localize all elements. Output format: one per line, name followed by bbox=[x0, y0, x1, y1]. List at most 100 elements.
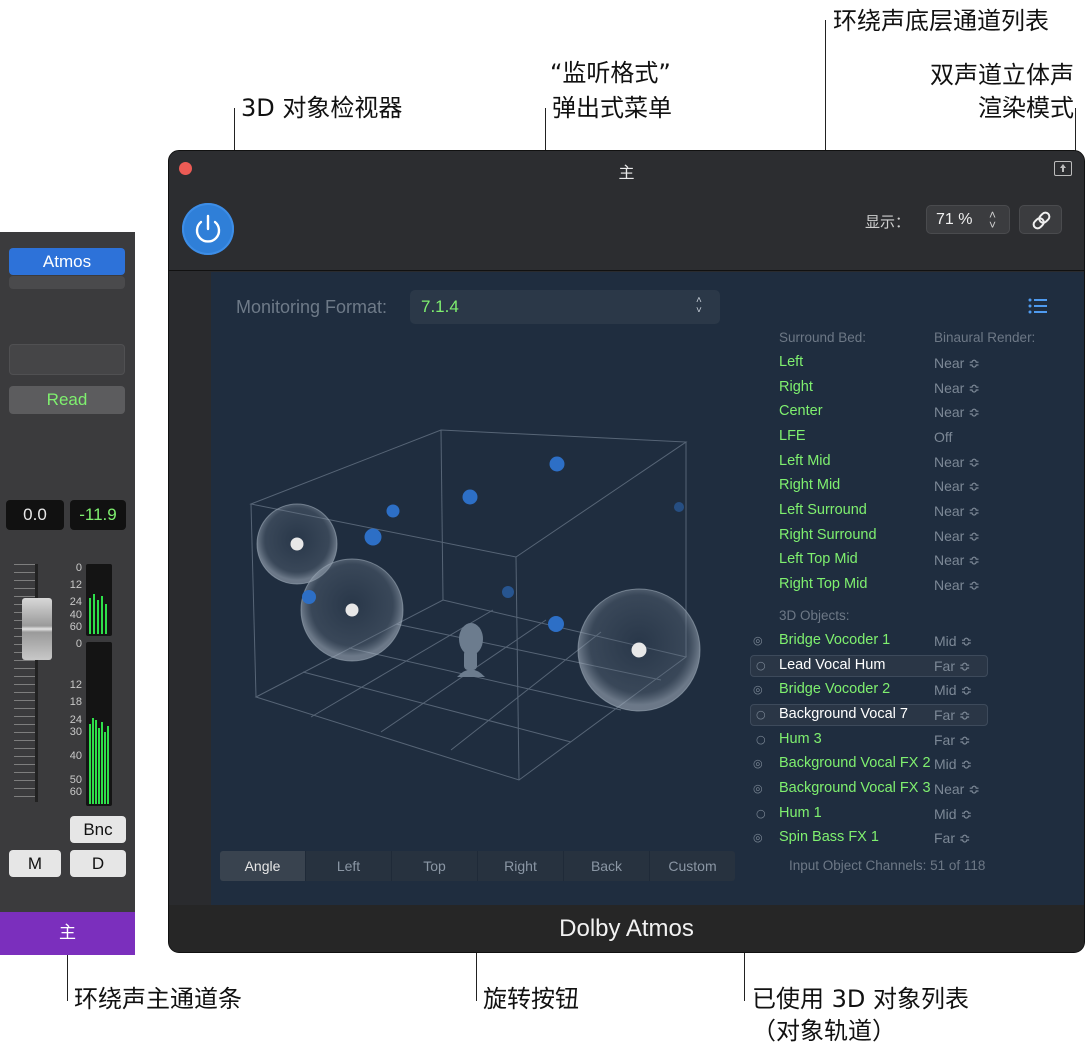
zoom-value: 71 % bbox=[936, 211, 973, 228]
bed-channel-name: Right Mid bbox=[779, 477, 841, 493]
bed-channel-binaural-mode[interactable]: Near ≎ bbox=[934, 355, 980, 372]
meter-scale-labels: 0 12 24 40 60 0 12 18 24 30 40 50 60 bbox=[58, 562, 84, 806]
object-dot[interactable] bbox=[631, 642, 647, 658]
bed-channel-name: Right bbox=[779, 379, 813, 395]
object-name[interactable]: Hum 1 bbox=[779, 805, 822, 821]
bed-channel-binaural-mode[interactable]: Near ≎ bbox=[934, 404, 980, 421]
bounce-button[interactable]: Bnc bbox=[70, 816, 126, 843]
object-binaural-mode[interactable]: Near ≎ bbox=[934, 781, 980, 798]
3d-object-inspector-view[interactable] bbox=[231, 412, 731, 792]
object-icon: ○ bbox=[756, 708, 766, 721]
bed-channel-binaural-mode: Off bbox=[934, 429, 953, 445]
bed-channel-name: LFE bbox=[779, 428, 806, 444]
object-binaural-mode[interactable]: Mid ≎ bbox=[934, 633, 972, 650]
object-binaural-mode[interactable]: Far ≎ bbox=[934, 732, 971, 749]
link-icon bbox=[1032, 211, 1051, 230]
object-name[interactable]: Background Vocal 7 bbox=[779, 706, 908, 722]
object-name[interactable]: Background Vocal FX 2 bbox=[779, 755, 931, 771]
object-binaural-mode[interactable]: Mid ≎ bbox=[934, 806, 972, 823]
meter-scale-label: 12 bbox=[69, 579, 82, 591]
view-back-button[interactable]: Back bbox=[564, 851, 650, 881]
object-name[interactable]: Hum 3 bbox=[779, 731, 822, 747]
leader-master-strip bbox=[67, 955, 68, 1001]
object-name[interactable]: Bridge Vocoder 1 bbox=[779, 632, 890, 648]
object-binaural-mode[interactable]: Far ≎ bbox=[934, 830, 971, 847]
updown-chevron-icon: ˄ ˅ bbox=[696, 295, 702, 316]
bed-channel-binaural-mode[interactable]: Near ≎ bbox=[934, 478, 980, 495]
bed-channel-binaural-mode[interactable]: Near ≎ bbox=[934, 528, 980, 545]
surround-master-channel-strip: Atmos Read 0.0 -11.9 0 12 24 40 60 0 12 … bbox=[0, 232, 135, 955]
dolby-atmos-plugin-window: 主 显示： 71 % ˄ ˅ Monitoring Format: 7.1.4 … bbox=[168, 150, 1085, 953]
bed-channel-binaural-mode[interactable]: Near ≎ bbox=[934, 552, 980, 569]
peak-value[interactable]: -11.9 bbox=[70, 500, 126, 530]
view-top-button[interactable]: Top bbox=[392, 851, 478, 881]
plugin-footer: Dolby Atmos bbox=[169, 905, 1084, 952]
object-name[interactable]: Bridge Vocoder 2 bbox=[779, 681, 890, 697]
group-slot[interactable] bbox=[9, 344, 125, 375]
binaural-render-header: Binaural Render: bbox=[934, 330, 1036, 345]
list-view-icon[interactable] bbox=[1028, 297, 1048, 315]
channel-name[interactable]: 主 bbox=[0, 912, 135, 955]
monitoring-format-popup[interactable]: 7.1.4 ˄ ˅ bbox=[410, 290, 720, 324]
bed-channel-name: Left Surround bbox=[779, 502, 867, 518]
bed-channel-name: Right Surround bbox=[779, 527, 877, 543]
plugin-name: Dolby Atmos bbox=[559, 915, 694, 942]
bed-channel-binaural-mode[interactable]: Near ≎ bbox=[934, 454, 980, 471]
bed-channel-name: Left Top Mid bbox=[779, 551, 858, 567]
object-name[interactable]: Spin Bass FX 1 bbox=[779, 829, 879, 845]
view-left-button[interactable]: Left bbox=[306, 851, 392, 881]
bed-channel-binaural-mode[interactable]: Near ≎ bbox=[934, 503, 980, 520]
power-icon bbox=[195, 214, 221, 243]
object-dot[interactable] bbox=[290, 537, 304, 551]
bed-channel-binaural-mode[interactable]: Near ≎ bbox=[934, 577, 980, 594]
monitoring-format-label: Monitoring Format: bbox=[236, 297, 388, 317]
volume-fader-handle[interactable] bbox=[22, 598, 52, 660]
surround-bed-header: Surround Bed: bbox=[779, 330, 867, 345]
object-dot-unselected[interactable] bbox=[674, 502, 684, 512]
object-binaural-mode[interactable]: Mid ≎ bbox=[934, 756, 972, 773]
bed-channel-binaural-mode[interactable]: Near ≎ bbox=[934, 380, 980, 397]
expand-view-icon[interactable] bbox=[1054, 161, 1072, 176]
meter-scale-label: 40 bbox=[69, 750, 82, 762]
meter-scale-label: 60 bbox=[69, 621, 82, 633]
object-binaural-mode[interactable]: Mid ≎ bbox=[934, 682, 972, 699]
output-slot-empty[interactable] bbox=[9, 276, 125, 289]
output-atmos-button[interactable]: Atmos bbox=[9, 248, 125, 275]
object-name[interactable]: Lead Vocal Hum bbox=[779, 657, 885, 673]
atmos-plugin-panel: Monitoring Format: 7.1.4 ˄ ˅ Surround Be… bbox=[211, 272, 1084, 905]
mute-button[interactable]: M bbox=[9, 850, 61, 877]
input-object-channels: Input Object Channels: 51 of 118 bbox=[789, 858, 986, 873]
linked-object-icon: ◎ bbox=[753, 683, 763, 696]
object-binaural-mode[interactable]: Far ≎ bbox=[934, 707, 971, 724]
zoom-popup[interactable]: 71 % ˄ ˅ bbox=[926, 205, 1010, 234]
updown-chevron-icon: ˄ ˅ bbox=[989, 208, 997, 232]
object-dot-unselected[interactable] bbox=[386, 504, 400, 518]
view-right-button[interactable]: Right bbox=[478, 851, 564, 881]
volume-value[interactable]: 0.0 bbox=[6, 500, 64, 530]
object-name[interactable]: Background Vocal FX 3 bbox=[779, 780, 931, 796]
listener-head-icon bbox=[457, 623, 485, 677]
bed-channel-name: Left bbox=[779, 354, 804, 370]
callout-binaural-render-line2: 渲染模式 bbox=[978, 94, 1074, 122]
linked-object-icon: ◎ bbox=[753, 831, 763, 844]
3d-objects-header: 3D Objects: bbox=[779, 608, 850, 623]
object-dot-unselected[interactable] bbox=[364, 528, 382, 546]
object-dot-unselected[interactable] bbox=[548, 616, 564, 632]
view-custom-button[interactable]: Custom bbox=[650, 851, 735, 881]
object-dot[interactable] bbox=[345, 603, 359, 617]
object-dot-unselected[interactable] bbox=[302, 590, 316, 604]
power-bypass-button[interactable] bbox=[182, 203, 234, 255]
callout-3d-objects-list-line1: 已使用 3D 对象列表 bbox=[752, 985, 970, 1013]
view-angle-button[interactable]: Angle bbox=[220, 851, 306, 881]
dim-button[interactable]: D bbox=[70, 850, 126, 877]
object-dot-unselected[interactable] bbox=[462, 489, 478, 505]
callout-monitoring-format-line2: 弹出式菜单 bbox=[552, 94, 672, 122]
automation-mode-button[interactable]: Read bbox=[9, 386, 125, 414]
object-binaural-mode[interactable]: Far ≎ bbox=[934, 658, 971, 675]
link-button[interactable] bbox=[1019, 205, 1062, 234]
meter-scale-label: 40 bbox=[69, 609, 82, 621]
callout-rotation-buttons: 旋转按钮 bbox=[483, 985, 579, 1013]
object-dot-unselected[interactable] bbox=[549, 456, 565, 472]
display-label: 显示： bbox=[865, 213, 911, 231]
object-dot-unselected[interactable] bbox=[502, 586, 514, 598]
